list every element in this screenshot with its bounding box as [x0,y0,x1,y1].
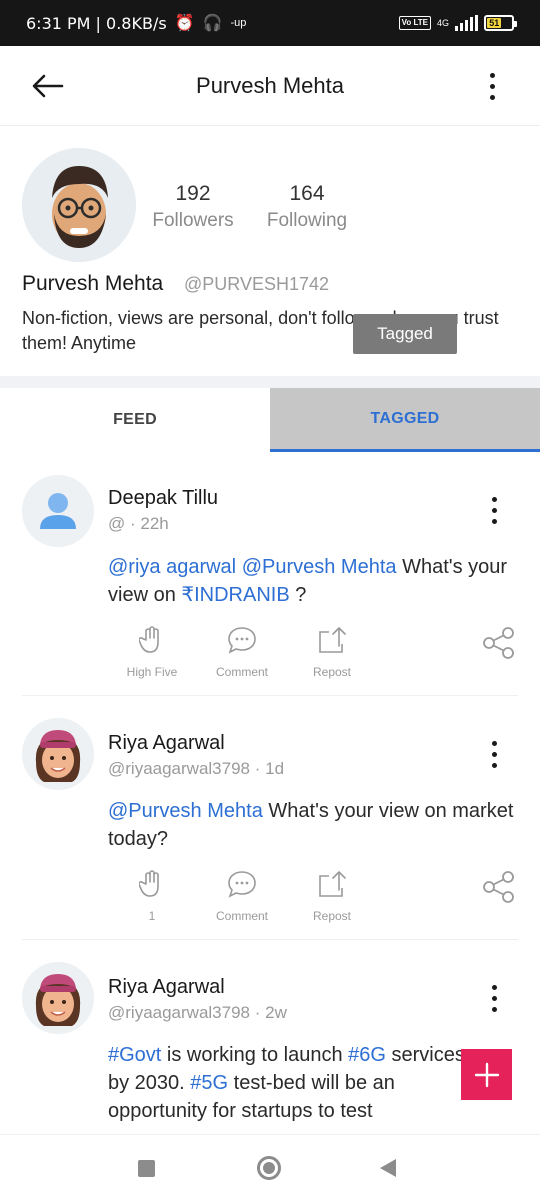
tab-feed[interactable]: FEED [0,388,270,452]
post-card: Riya Agarwal @riyaagarwal3798 · 1d @Purv… [0,696,540,940]
profile-handle: @PURVESH1742 [184,274,330,294]
post-body: #Govt is working to launch #6G services … [108,1044,465,1122]
repost-button[interactable]: Repost [292,626,372,679]
post-author[interactable]: Riya Agarwal [108,976,225,999]
more-options-button[interactable] [480,68,504,104]
share-icon [483,871,514,903]
post-avatar[interactable] [22,718,94,790]
toast-message: Tagged [353,314,457,354]
post-more-button[interactable] [484,978,504,1018]
arrow-left-icon [32,74,64,98]
up-icon: -up [230,17,247,29]
battery-icon: 51 [484,15,517,31]
post-avatar[interactable] [22,962,94,1034]
post-body: @riya agarwal @Purvesh Mehta What's your… [108,556,508,606]
repost-label: Repost [312,665,352,679]
post-handle: @riyaagarwal3798 [108,759,251,778]
default-user-icon [22,475,94,547]
mention-link[interactable]: @Purvesh Mehta [242,556,397,578]
followers-label: Followers [152,210,234,231]
following-count: 164 [289,182,325,205]
post-card: Riya Agarwal @riyaagarwal3798 · 2w #Govt… [0,940,540,1134]
memoji-avatar-icon [22,148,136,262]
battery-level: 51 [487,18,502,28]
mention-link[interactable]: @riya agarwal [108,556,236,578]
volte-icon: Vo LTE [398,16,431,30]
hashtag-link[interactable]: #6G [348,1044,386,1066]
repost-icon [319,627,346,653]
repost-button[interactable]: Repost [292,870,372,923]
post-time: · 2w [250,1003,287,1022]
comment-button[interactable]: Comment [202,870,282,923]
profile-header: 192 Followers 164 Following Purvesh Meht… [0,126,540,376]
high-five-label: High Five [126,665,178,679]
repost-label: Repost [312,909,352,923]
mention-link[interactable]: @Purvesh Mehta [108,800,263,822]
back-triangle-icon[interactable] [380,1159,396,1177]
comment-label: Comment [215,665,268,679]
tab-tagged[interactable]: TAGGED [270,388,540,452]
post-more-button[interactable] [484,490,504,530]
post-meta: @riyaagarwal3798 · 1d [108,759,284,779]
following-stat[interactable]: 164 Following [262,182,352,232]
hashtag-link[interactable]: #Govt [108,1044,161,1066]
comment-icon [228,627,256,654]
post-body: @Purvesh Mehta What's your view on marke… [108,800,514,850]
post-time: · 22h [125,514,169,533]
create-post-button[interactable] [461,1049,512,1100]
post-avatar[interactable] [22,475,94,547]
post-handle: @riyaagarwal3798 [108,1003,251,1022]
status-bar: 6:31 PM | 0.8KB/s ⏰ 🎧 -up Vo LTE 4G 51 [0,0,540,46]
status-time-speed: 6:31 PM | 0.8KB/s [26,13,167,33]
more-vertical-icon [491,984,497,990]
tab-bar: FEED TAGGED [0,388,540,452]
repost-icon [319,871,346,897]
home-circle-icon[interactable] [257,1156,281,1180]
share-button[interactable] [482,870,516,904]
post-actions: 1 Comment Repost [108,870,528,926]
stock-link[interactable]: ₹INDRANIB [181,584,289,606]
alarm-icon: ⏰ [174,15,195,32]
app-bar: Purvesh Mehta [0,46,540,126]
high-five-button[interactable]: 1 [112,870,192,923]
profile-name: Purvesh Mehta [22,272,164,295]
memoji-avatar-icon [22,962,94,1034]
post-time: · 1d [250,759,285,778]
hashtag-link[interactable]: #5G [190,1072,228,1094]
comment-button[interactable]: Comment [202,626,282,679]
high-five-icon [138,626,159,653]
plus-icon [474,1062,499,1087]
followers-stat[interactable]: 192 Followers [148,182,238,232]
comment-icon [228,871,256,898]
system-nav-bar [0,1134,540,1200]
post-author[interactable]: Deepak Tillu [108,487,218,510]
post-card: Deepak Tillu @ · 22h @riya agarwal @Purv… [0,452,540,696]
comment-label: Comment [215,909,268,923]
post-more-button[interactable] [484,734,504,774]
high-five-count: 1 [148,909,156,923]
more-vertical-icon [491,740,497,746]
back-button[interactable] [30,68,66,104]
post-handle: @ [108,514,126,533]
page-title: Purvesh Mehta [196,73,344,98]
memoji-avatar-icon [22,718,94,790]
headset-icon: 🎧 [202,15,223,32]
followers-count: 192 [175,182,211,205]
network-type: 4G [436,18,449,28]
post-actions: High Five Comment Repost [108,626,528,682]
share-icon [483,627,514,659]
recents-square-icon[interactable] [138,1160,155,1177]
following-label: Following [266,210,348,231]
high-five-button[interactable]: High Five [112,626,192,679]
high-five-icon [138,870,159,897]
more-vertical-icon [489,72,495,78]
profile-avatar[interactable] [22,148,136,262]
share-button[interactable] [482,626,516,660]
post-meta: @riyaagarwal3798 · 2w [108,1003,287,1023]
signal-icon [455,15,478,31]
section-divider [0,376,540,388]
post-meta: @ · 22h [108,514,169,534]
post-author[interactable]: Riya Agarwal [108,732,225,755]
more-vertical-icon [491,496,497,502]
